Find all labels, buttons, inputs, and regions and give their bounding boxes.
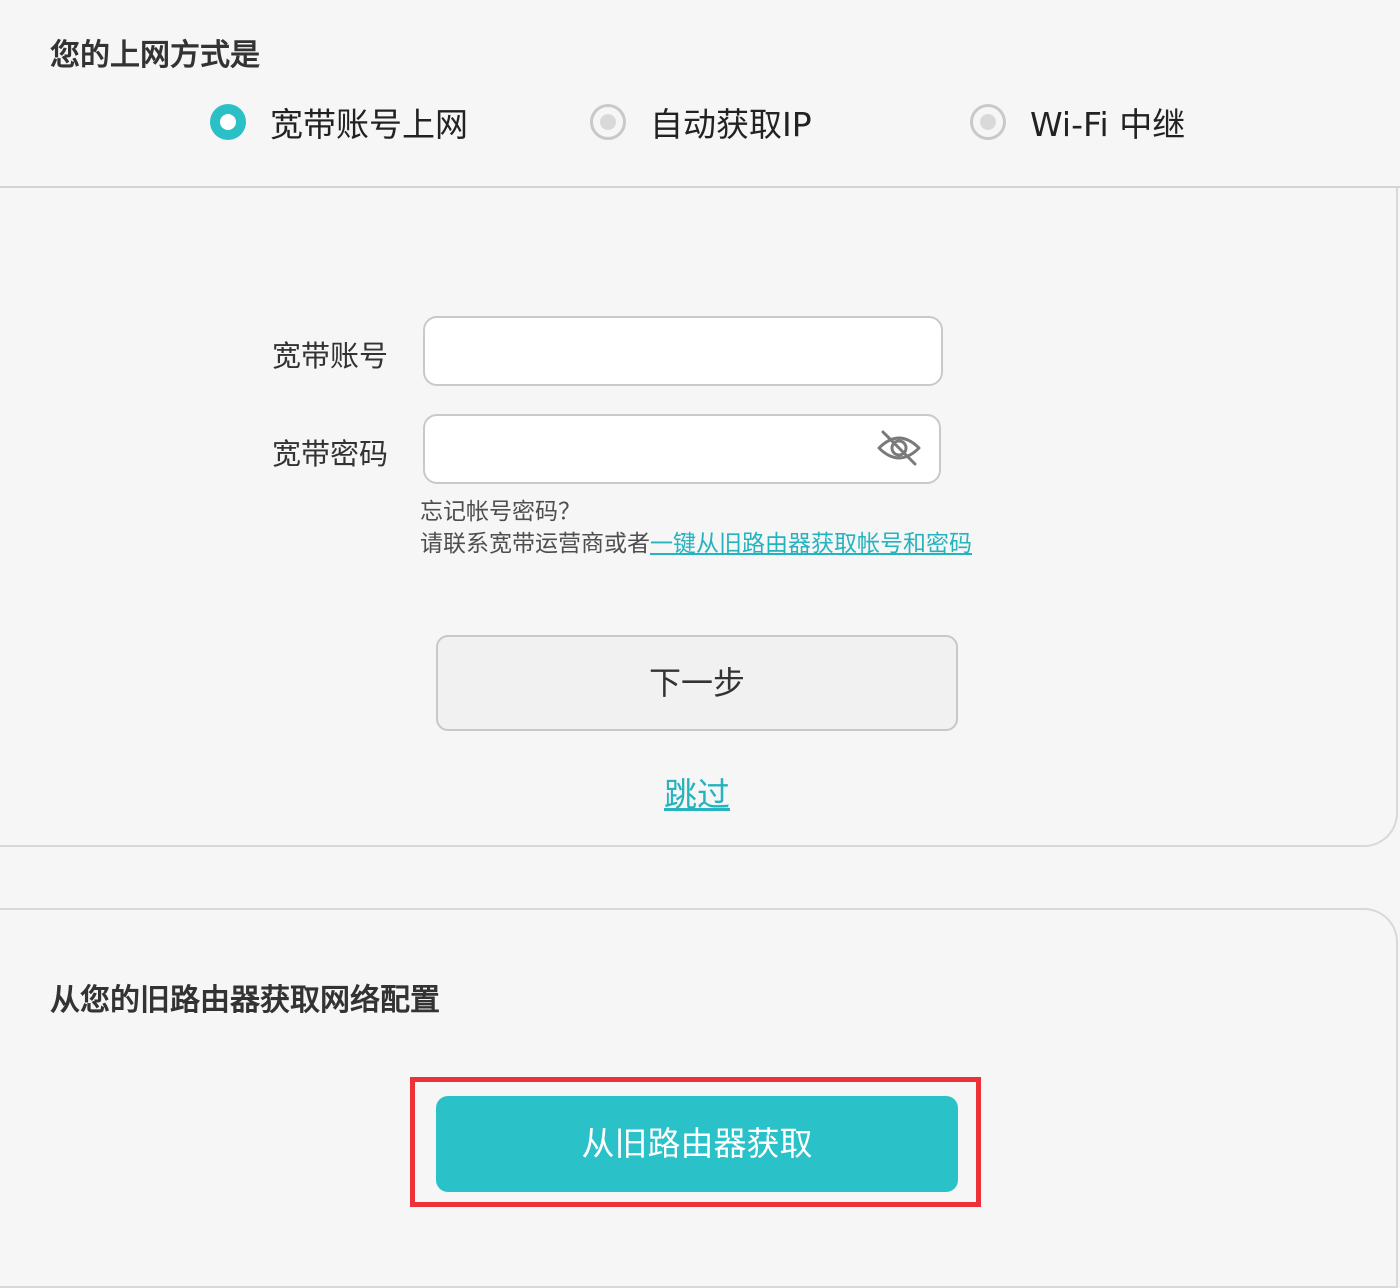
contact-isp-text: 请联系宽带运营商或者 [420, 531, 650, 557]
contact-isp-hint: 请联系宽带运营商或者一键从旧路由器获取帐号和密码 [420, 524, 972, 558]
old-router-title: 从您的旧路由器获取网络配置 [50, 983, 440, 1018]
next-step-button[interactable]: 下一步 [436, 635, 958, 731]
password-input[interactable] [423, 414, 941, 484]
fetch-from-old-router-button[interactable]: 从旧路由器获取 [436, 1096, 958, 1192]
radio-unchecked-icon[interactable] [970, 104, 1006, 140]
eye-hidden-icon[interactable] [874, 426, 924, 470]
skip-link[interactable]: 跳过 [0, 768, 1394, 816]
radio-label-wifi-relay: Wi-Fi 中继 [1030, 105, 1186, 144]
radio-option-broadband[interactable]: 宽带账号上网 [210, 98, 468, 146]
radio-label-broadband: 宽带账号上网 [270, 105, 468, 144]
radio-label-dhcp: 自动获取IP [650, 105, 812, 144]
one-click-fetch-link[interactable]: 一键从旧路由器获取帐号和密码 [650, 531, 972, 557]
radio-option-dhcp[interactable]: 自动获取IP [590, 98, 812, 146]
account-label: 宽带账号 [272, 339, 389, 373]
password-label: 宽带密码 [272, 437, 389, 471]
connection-type-title: 您的上网方式是 [50, 38, 260, 73]
radio-option-wifi-relay[interactable]: Wi-Fi 中继 [970, 98, 1185, 146]
account-input[interactable] [423, 316, 943, 386]
radio-checked-icon[interactable] [210, 104, 246, 140]
broadband-form-card [0, 188, 1398, 847]
radio-unchecked-icon[interactable] [590, 104, 626, 140]
forgot-password-hint: 忘记帐号密码？ [420, 499, 581, 525]
connection-type-radio-group: 宽带账号上网 自动获取IP Wi-Fi 中继 [0, 98, 1400, 146]
